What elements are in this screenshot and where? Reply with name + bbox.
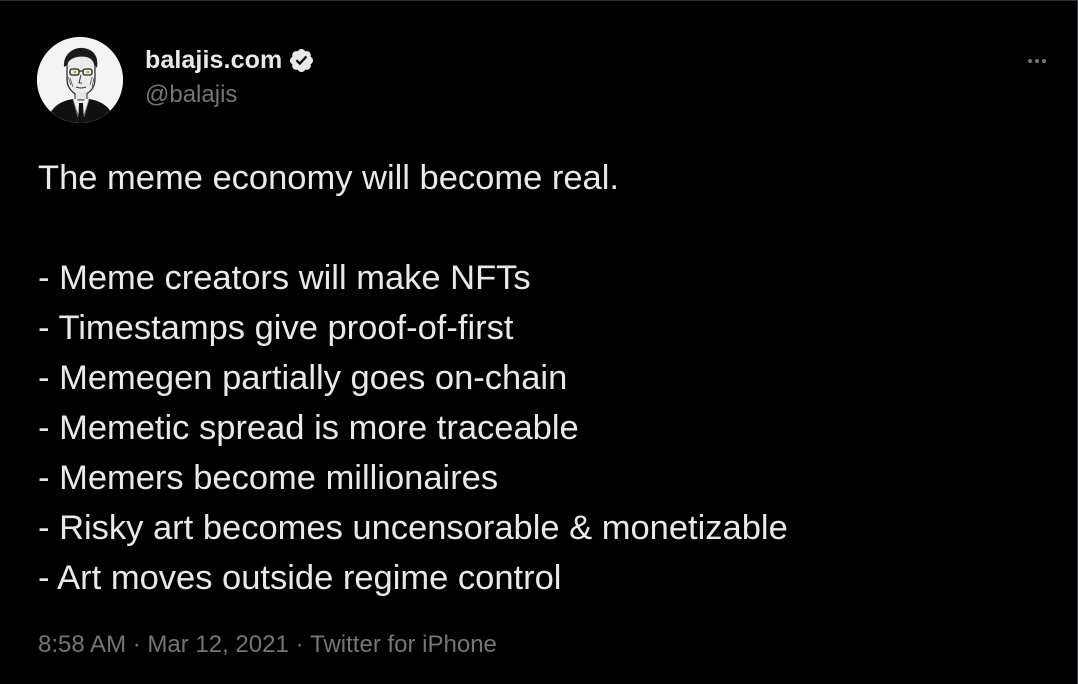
author-handle[interactable]: @balajis — [145, 81, 237, 109]
author-name-row: balajis.com — [145, 45, 315, 75]
meta-separator: · — [288, 631, 311, 658]
author-display-name[interactable]: balajis.com — [145, 46, 282, 75]
tweet-meta: 8:58 AM · Mar 12, 2021 · Twitter for iPh… — [38, 631, 497, 659]
tweet-text: The meme economy will become real. - Mem… — [38, 153, 1048, 603]
more-options-button[interactable] — [1021, 49, 1053, 73]
tweet-time-link[interactable]: 8:58 AM — [38, 631, 126, 659]
tweet-list-item: - Memegen partially goes on-chain — [38, 359, 568, 397]
meta-separator: · — [126, 631, 148, 658]
tweet-source-link[interactable]: Twitter for iPhone — [310, 631, 497, 659]
tweet-headline: The meme economy will become real. — [38, 159, 619, 197]
more-horizontal-icon — [1028, 59, 1032, 63]
tweet-list-item: - Memers become millionaires — [38, 459, 499, 497]
more-horizontal-icon-dot — [1035, 59, 1039, 63]
sketch-portrait-avatar-icon — [37, 37, 123, 123]
tweet-list-item: - Art moves outside regime control — [38, 559, 562, 597]
tweet-list-item: - Meme creators will make NFTs — [38, 259, 531, 297]
tweet-list-item: - Risky art becomes uncensorable & monet… — [38, 509, 788, 547]
author-avatar[interactable] — [37, 37, 123, 123]
tweet-card: balajis.com @balajis The meme economy wi… — [0, 0, 1078, 684]
verified-badge-icon — [290, 48, 314, 72]
more-horizontal-icon-dot — [1042, 59, 1046, 63]
tweet-date-link[interactable]: Mar 12, 2021 — [147, 631, 288, 659]
tweet-list-item: - Timestamps give proof-of-first — [38, 309, 514, 347]
tweet-list-item: - Memetic spread is more traceable — [38, 409, 579, 447]
